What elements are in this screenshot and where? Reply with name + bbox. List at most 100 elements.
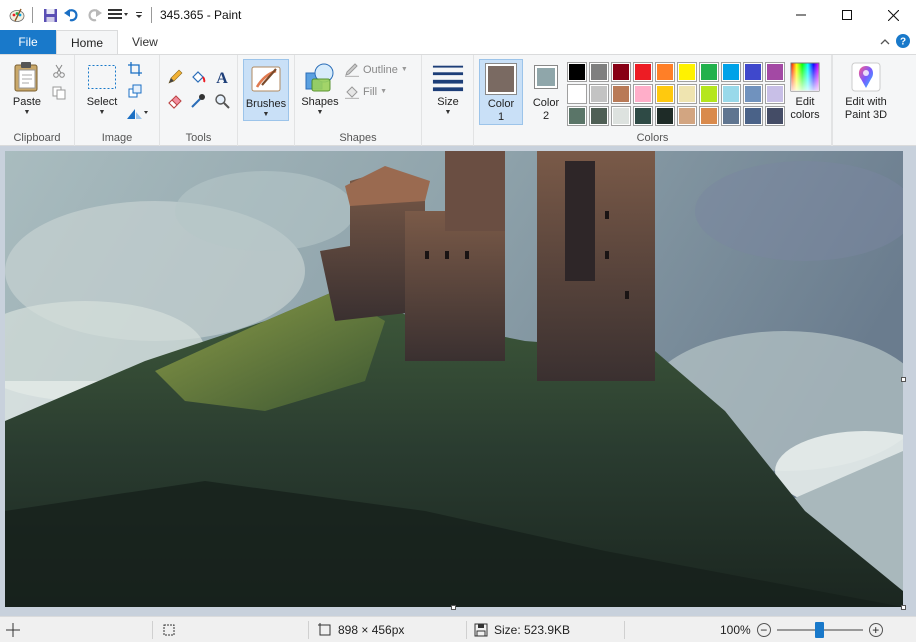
resize-handle-corner[interactable] [901, 605, 906, 610]
color-picker-icon[interactable] [188, 91, 208, 111]
shapes-button[interactable]: Shapes ▼ [300, 61, 340, 117]
magnifier-icon[interactable] [212, 91, 232, 111]
crop-icon[interactable] [125, 59, 145, 79]
close-button[interactable] [870, 0, 916, 30]
help-icon[interactable]: ? [896, 33, 910, 51]
palette-swatch[interactable] [611, 84, 631, 104]
fill-button[interactable]: Fill ▼ [344, 85, 387, 99]
palette-swatch[interactable] [699, 84, 719, 104]
clipboard-group-label: Clipboard [13, 132, 61, 144]
palette-swatch[interactable] [655, 106, 675, 126]
zoom-level: 100% [720, 623, 751, 637]
palette-swatch[interactable] [633, 106, 653, 126]
save-icon[interactable] [39, 4, 61, 26]
canvas-workspace[interactable] [0, 146, 916, 616]
palette-swatch[interactable] [721, 84, 741, 104]
palette-swatch[interactable] [721, 62, 741, 82]
palette-swatch[interactable] [567, 84, 587, 104]
palette-swatch[interactable] [589, 106, 609, 126]
palette-swatch[interactable] [589, 62, 609, 82]
minimize-ribbon-icon[interactable] [880, 35, 890, 49]
minimize-button[interactable] [778, 0, 824, 30]
palette-swatch[interactable] [611, 106, 631, 126]
qat-separator [151, 7, 152, 23]
color1-button[interactable]: Color 1 [479, 59, 523, 125]
resize-handle-bottom[interactable] [451, 605, 456, 610]
text-tool-icon[interactable]: A [212, 67, 232, 87]
image-size-icon [318, 623, 331, 636]
eraser-icon[interactable] [165, 91, 185, 111]
svg-text:?: ? [900, 36, 906, 47]
brushes-button[interactable]: Brushes ▼ [243, 59, 289, 121]
image-group-label: Image [101, 132, 133, 144]
qat-properties-icon[interactable] [105, 4, 131, 26]
select-button[interactable]: Select ▼ [83, 61, 121, 117]
palette-swatch[interactable] [721, 106, 741, 126]
chevron-down-icon: ▼ [262, 111, 270, 118]
palette-swatch[interactable] [567, 106, 587, 126]
colors-group-label: Colors [636, 132, 669, 144]
tab-view[interactable]: View [118, 30, 172, 54]
window-controls [778, 0, 916, 30]
image-group: Select ▼ Image [75, 55, 160, 147]
zoom-controls: 100% − + [720, 617, 883, 642]
resize-handle-right[interactable] [901, 377, 906, 382]
castle-painting [5, 151, 903, 607]
fill-bucket-icon[interactable] [188, 67, 208, 87]
canvas-image[interactable] [5, 151, 903, 607]
edit-with-paint3d-button[interactable]: Edit with Paint 3D [837, 61, 895, 122]
palette-swatch[interactable] [699, 106, 719, 126]
palette-swatch[interactable] [699, 62, 719, 82]
palette-swatch[interactable] [677, 106, 697, 126]
image-size: 898 × 456px [318, 617, 404, 642]
copy-icon[interactable] [49, 83, 69, 103]
zoom-slider-thumb[interactable] [814, 622, 824, 638]
edit-colors-button[interactable]: Edit colors [780, 61, 830, 122]
redo-icon[interactable] [83, 4, 105, 26]
palette-swatch[interactable] [567, 62, 587, 82]
palette-swatch[interactable] [633, 62, 653, 82]
selection-size [162, 617, 176, 642]
palette-swatch[interactable] [633, 84, 653, 104]
tab-home[interactable]: Home [56, 30, 119, 54]
paste-button[interactable]: Paste ▼ [8, 61, 46, 117]
palette-swatch[interactable] [743, 62, 763, 82]
palette-swatch[interactable] [655, 84, 675, 104]
chevron-down-icon: ▼ [400, 66, 408, 73]
palette-swatch[interactable] [677, 84, 697, 104]
file-size: Size: 523.9KB [474, 617, 570, 642]
outline-button[interactable]: Outline ▼ [344, 63, 408, 77]
pencil-icon[interactable] [165, 67, 185, 87]
chevron-down-icon: ▼ [98, 109, 106, 116]
palette-swatch[interactable] [743, 84, 763, 104]
cursor-position [6, 617, 20, 642]
palette-swatch[interactable] [589, 84, 609, 104]
palette-swatch[interactable] [655, 62, 675, 82]
chevron-down-icon: ▼ [23, 109, 31, 116]
customize-qat-icon[interactable] [131, 4, 147, 26]
undo-icon[interactable] [61, 4, 83, 26]
color-palette [566, 61, 786, 127]
zoom-slider[interactable] [776, 622, 863, 638]
palette-swatch[interactable] [677, 62, 697, 82]
color2-button[interactable]: Color 2 [526, 65, 566, 123]
paint3d-icon [850, 61, 882, 93]
maximize-button[interactable] [824, 0, 870, 30]
ribbon-tabs: File Home View ? [0, 30, 916, 54]
resize-icon[interactable] [125, 81, 145, 101]
cut-icon[interactable] [49, 61, 69, 81]
qat-separator [32, 7, 33, 23]
zoom-in-button[interactable]: + [868, 623, 883, 637]
color2-swatch [537, 68, 555, 86]
palette-swatch[interactable] [611, 62, 631, 82]
paint-app-icon[interactable] [6, 4, 28, 26]
ribbon-home: Paste ▼ Clipboard Select ▼ Image A Tools… [0, 54, 916, 147]
shapes-group: Shapes ▼ Outline ▼ Fill ▼ Shapes [295, 55, 422, 147]
size-button[interactable]: Size ▼ [428, 61, 468, 117]
palette-swatch[interactable] [743, 106, 763, 126]
tab-file[interactable]: File [0, 30, 56, 54]
ribbon-controls: ? [880, 30, 916, 54]
zoom-out-button[interactable]: − [756, 623, 771, 637]
svg-text:A: A [216, 70, 228, 85]
rotate-icon[interactable] [125, 103, 151, 123]
